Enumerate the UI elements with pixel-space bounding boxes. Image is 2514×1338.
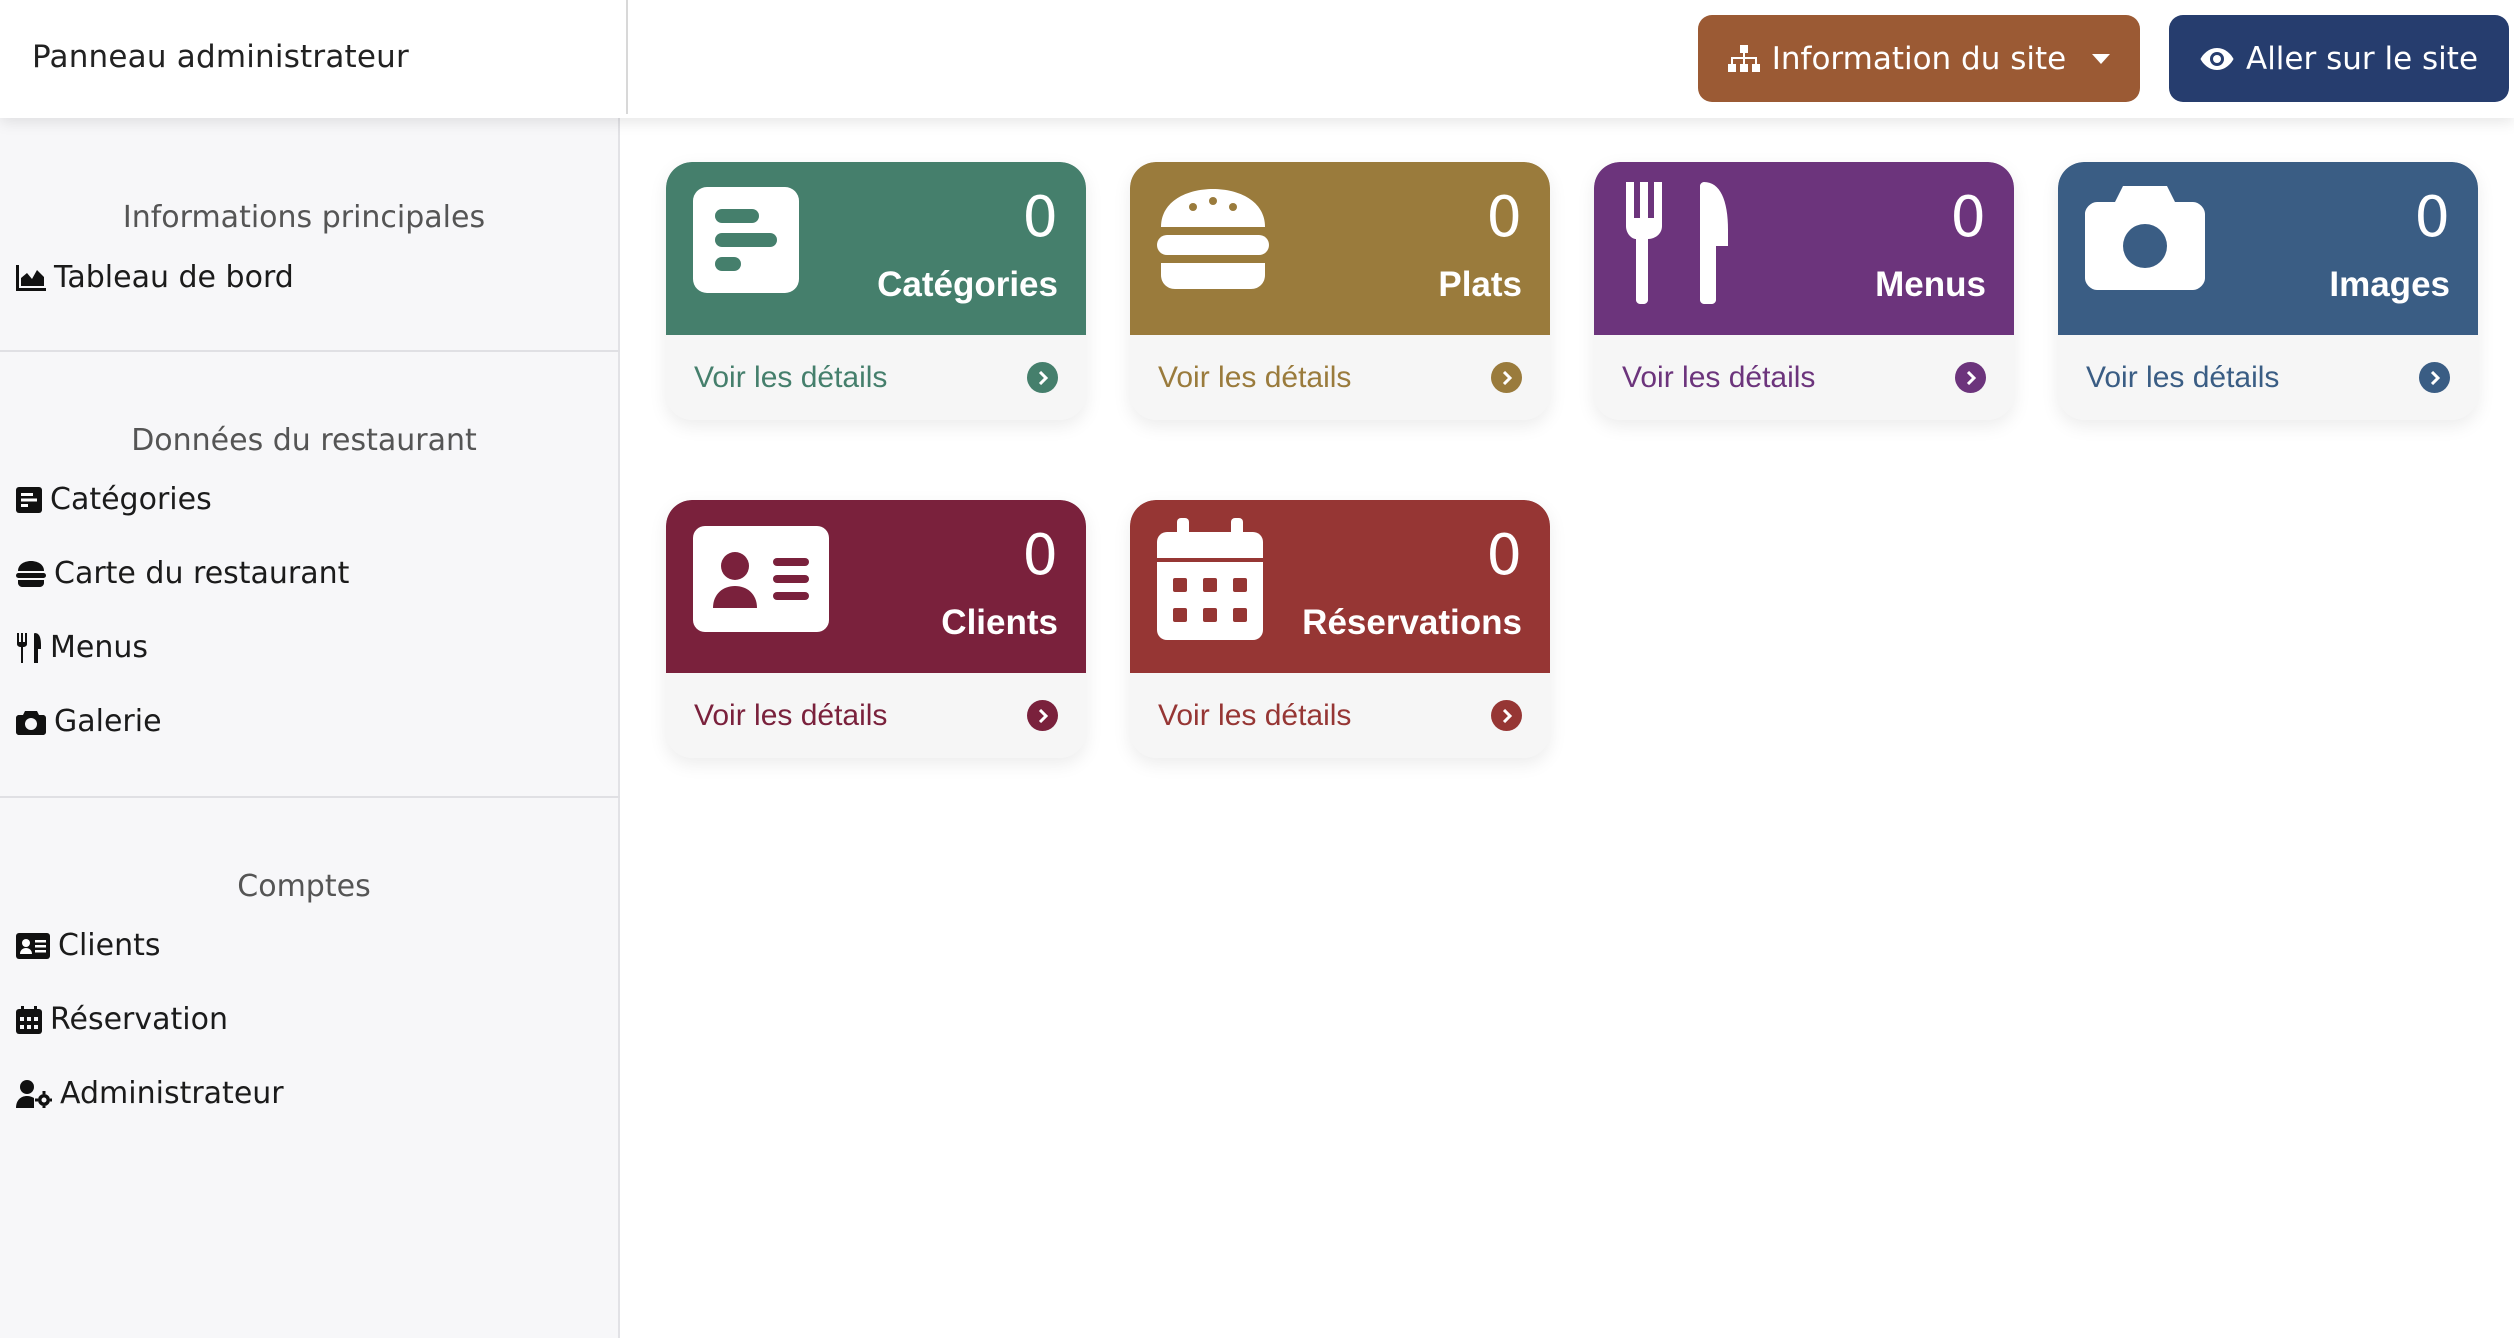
view-details-link-categories[interactable]: Voir les détails (666, 335, 1086, 420)
sidebar-item-menus[interactable]: Menus (16, 630, 148, 665)
card-title: Catégories (877, 265, 1058, 304)
sidebar-item-label: Menus (50, 630, 148, 665)
card-header: 0 Clients (666, 500, 1086, 673)
sidebar-item-administrator[interactable]: Administrateur (16, 1076, 284, 1111)
brand-label: Panneau administrateur (32, 39, 409, 75)
card-count: 0 (2414, 185, 2450, 250)
view-details-label: Voir les détails (694, 698, 888, 732)
stat-card-menus: 0 Menus Voir les détails (1594, 162, 2014, 420)
calendar-icon (16, 1005, 42, 1034)
view-details-label: Voir les détails (694, 360, 888, 394)
sidebar-heading-main: Informations principales (122, 200, 486, 235)
card-count: 0 (1022, 523, 1058, 588)
view-details-label: Voir les détails (2086, 360, 2280, 394)
stat-card-categories: 0 Catégories Voir les détails (666, 162, 1086, 420)
chevron-right-circle-icon (1027, 362, 1058, 393)
hamburger-icon (16, 560, 46, 587)
calendar-icon (1157, 518, 1263, 645)
stat-card-images: 0 Images Voir les détails (2058, 162, 2478, 420)
top-navbar: Panneau administrateur Information du si… (0, 0, 2514, 118)
go-to-site-label: Aller sur le site (2245, 40, 2479, 77)
id-card-icon (16, 932, 50, 959)
chevron-right-circle-icon (2419, 362, 2450, 393)
card-header: 0 Menus (1594, 162, 2014, 335)
site-info-label: Information du site (1771, 40, 2067, 77)
utensils-icon (1622, 182, 1730, 309)
camera-icon (16, 709, 46, 735)
view-details-link-images[interactable]: Voir les détails (2058, 335, 2478, 420)
sidebar-item-label: Réservation (50, 1002, 228, 1037)
card-header: 0 Images (2058, 162, 2478, 335)
sidebar-item-categories[interactable]: Catégories (16, 482, 212, 517)
eye-icon (2200, 47, 2234, 71)
card-title: Images (2329, 265, 2450, 304)
sidebar-heading-accounts: Comptes (237, 869, 371, 904)
camera-icon (2085, 184, 2205, 295)
card-title: Menus (1875, 265, 1986, 304)
list-alt-icon (693, 187, 799, 298)
sidebar-item-label: Tableau de bord (54, 260, 294, 295)
stat-card-reservations: 0 Réservations Voir les détails (1130, 500, 1550, 758)
view-details-label: Voir les détails (1622, 360, 1816, 394)
card-title: Réservations (1302, 603, 1522, 642)
sidebar-divider (0, 350, 620, 352)
card-header: 0 Catégories (666, 162, 1086, 335)
view-details-label: Voir les détails (1158, 698, 1352, 732)
card-count: 0 (1950, 185, 1986, 250)
sidebar-item-label: Administrateur (60, 1076, 284, 1111)
chevron-right-circle-icon (1491, 362, 1522, 393)
stat-card-clients: 0 Clients Voir les détails (666, 500, 1086, 758)
sidebar-item-label: Clients (58, 928, 161, 963)
sidebar-divider (0, 796, 620, 798)
view-details-link-reservations[interactable]: Voir les détails (1130, 673, 1550, 758)
card-title: Clients (941, 603, 1058, 642)
id-card-icon (693, 526, 829, 637)
hamburger-icon (1157, 187, 1269, 298)
card-header: 0 Plats (1130, 162, 1550, 335)
view-details-link-clients[interactable]: Voir les détails (666, 673, 1086, 758)
chevron-right-circle-icon (1491, 700, 1522, 731)
utensils-icon (16, 632, 42, 663)
view-details-label: Voir les détails (1158, 360, 1352, 394)
card-count: 0 (1022, 185, 1058, 250)
sitemap-icon (1727, 44, 1760, 73)
brand-title[interactable]: Panneau administrateur (32, 0, 628, 114)
sidebar: Informations principales Tableau de bord… (0, 118, 620, 1338)
view-details-link-menus[interactable]: Voir les détails (1594, 335, 2014, 420)
list-alt-icon (16, 486, 42, 513)
sidebar-item-reservation[interactable]: Réservation (16, 1002, 228, 1037)
sidebar-item-clients[interactable]: Clients (16, 928, 160, 963)
caret-down-icon (2092, 53, 2111, 64)
sidebar-item-label: Galerie (54, 704, 162, 739)
sidebar-item-gallery[interactable]: Galerie (16, 704, 162, 739)
chevron-right-circle-icon (1027, 700, 1058, 731)
sidebar-heading-restaurant: Données du restaurant (131, 423, 477, 458)
view-details-link-dishes[interactable]: Voir les détails (1130, 335, 1550, 420)
sidebar-item-dashboard[interactable]: Tableau de bord (16, 260, 294, 295)
card-header: 0 Réservations (1130, 500, 1550, 673)
card-title: Plats (1438, 265, 1522, 304)
card-count: 0 (1486, 185, 1522, 250)
go-to-site-button[interactable]: Aller sur le site (2169, 15, 2509, 102)
sidebar-item-restaurant-menu-card[interactable]: Carte du restaurant (16, 556, 349, 591)
chevron-right-circle-icon (1955, 362, 1986, 393)
sidebar-item-label: Carte du restaurant (54, 556, 350, 591)
user-cog-icon (16, 1079, 52, 1108)
sidebar-item-label: Catégories (50, 482, 212, 517)
stat-card-dishes: 0 Plats Voir les détails (1130, 162, 1550, 420)
chart-area-icon (16, 264, 46, 291)
site-info-dropdown-button[interactable]: Information du site (1698, 15, 2140, 102)
card-count: 0 (1486, 523, 1522, 588)
